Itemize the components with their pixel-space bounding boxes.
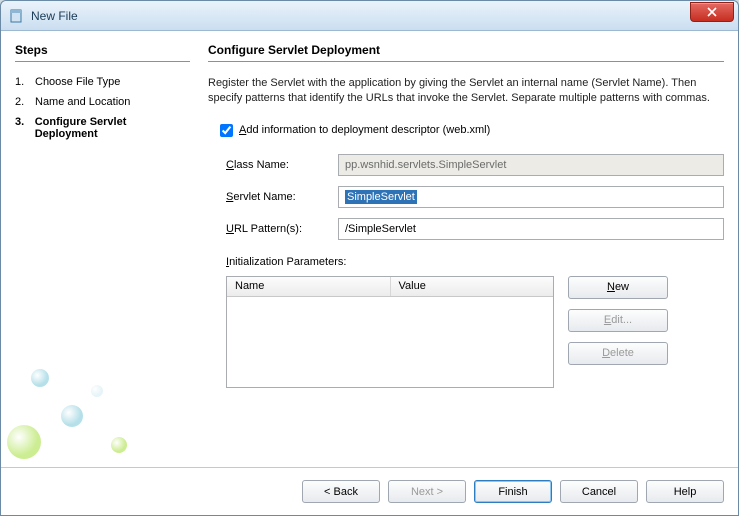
file-icon	[9, 8, 25, 24]
add-descriptor-label[interactable]: Add information to deployment descriptor…	[239, 124, 490, 136]
params-table[interactable]: Name Value	[226, 276, 554, 388]
step-choose-file-type: 1. Choose File Type	[15, 72, 190, 92]
step-configure-servlet: 3. Configure Servlet Deployment	[15, 112, 190, 144]
add-descriptor-checkbox[interactable]	[220, 124, 233, 137]
class-name-input	[338, 154, 724, 176]
wizard-window: New File Steps 1. Choose File Type 2. Na…	[0, 0, 739, 516]
init-params-label: Initialization Parameters:	[208, 256, 724, 268]
init-params-section: Initialization Parameters: Name Value Ne…	[208, 256, 724, 388]
steps-list: 1. Choose File Type 2. Name and Location…	[15, 72, 190, 144]
class-name-label: Class Name:	[226, 159, 338, 171]
new-button[interactable]: New	[568, 276, 668, 299]
servlet-name-value: SimpleServlet	[345, 190, 417, 204]
titlebar[interactable]: New File	[1, 1, 738, 31]
servlet-name-row: Servlet Name: SimpleServlet	[226, 186, 724, 208]
finish-button[interactable]: Finish	[474, 480, 552, 503]
footer: < Back Next > Finish Cancel Help	[1, 467, 738, 515]
col-name[interactable]: Name	[227, 277, 391, 296]
section-heading: Configure Servlet Deployment	[208, 43, 724, 62]
next-button: Next >	[388, 480, 466, 503]
back-button[interactable]: < Back	[302, 480, 380, 503]
close-icon	[707, 7, 717, 17]
col-value[interactable]: Value	[391, 277, 554, 296]
help-button[interactable]: Help	[646, 480, 724, 503]
steps-heading: Steps	[15, 43, 190, 62]
close-button[interactable]	[690, 2, 734, 22]
servlet-name-label: Servlet Name:	[226, 191, 338, 203]
step-name-location: 2. Name and Location	[15, 92, 190, 112]
url-patterns-label: URL Pattern(s):	[226, 223, 338, 235]
cancel-button[interactable]: Cancel	[560, 480, 638, 503]
params-buttons: New Edit... Delete	[568, 276, 668, 388]
window-title: New File	[31, 9, 78, 23]
delete-button: Delete	[568, 342, 668, 365]
url-patterns-row: URL Pattern(s):	[226, 218, 724, 240]
main-area: Steps 1. Choose File Type 2. Name and Lo…	[1, 31, 738, 467]
description-text: Register the Servlet with the applicatio…	[208, 76, 724, 107]
servlet-name-input[interactable]: SimpleServlet	[338, 186, 724, 208]
right-panel: Configure Servlet Deployment Register th…	[208, 43, 724, 467]
decorative-bubbles	[1, 317, 171, 467]
class-name-row: Class Name:	[226, 154, 724, 176]
edit-button: Edit...	[568, 309, 668, 332]
url-patterns-input[interactable]	[338, 218, 724, 240]
content: Steps 1. Choose File Type 2. Name and Lo…	[1, 31, 738, 515]
add-descriptor-row: Add information to deployment descriptor…	[208, 121, 724, 140]
params-table-header: Name Value	[227, 277, 553, 297]
steps-panel: Steps 1. Choose File Type 2. Name and Lo…	[15, 43, 190, 467]
